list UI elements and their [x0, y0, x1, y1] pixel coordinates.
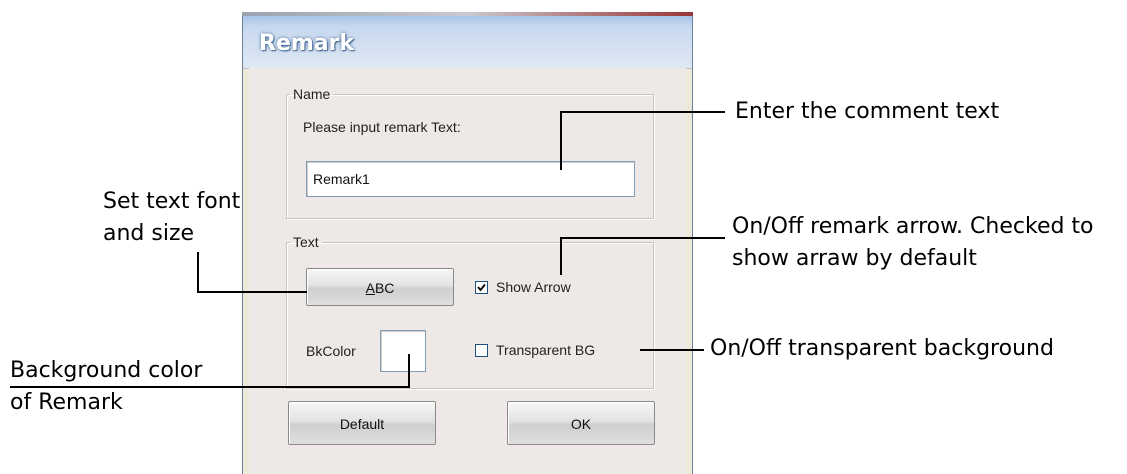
callout-line-bkcolor-h: [10, 386, 410, 388]
callout-line-font-h: [197, 291, 307, 293]
callout-line-bkcolor-v: [408, 354, 410, 388]
transparent-bg-label[interactable]: Transparent BG: [496, 342, 595, 358]
remark-text-prompt: Please input remark Text:: [303, 119, 461, 135]
default-button[interactable]: Default: [288, 401, 436, 445]
check-mark-icon: [477, 283, 486, 292]
remark-dialog: Remark Name Please input remark Text: Re…: [242, 12, 693, 474]
dialog-title: Remark: [259, 31, 355, 56]
callout-line-font-v: [197, 252, 199, 293]
text-group: Text: [286, 234, 654, 389]
callout-line-transparent-h: [640, 349, 704, 351]
ok-button-label: OK: [570, 416, 592, 432]
name-group-legend: Name: [293, 86, 331, 102]
annotation-arrow-line1: On/Off remark arrow. Checked to: [732, 214, 1094, 239]
text-group-legend: Text: [293, 234, 319, 250]
default-button-label: Default: [339, 416, 385, 432]
annotation-enter-text: Enter the comment text: [735, 99, 1000, 124]
title-bar[interactable]: Remark: [243, 16, 692, 69]
show-arrow-checkbox[interactable]: [475, 281, 488, 294]
annotation-bkcolor-line1: Background color: [10, 358, 203, 383]
bkcolor-swatch[interactable]: [380, 330, 426, 372]
font-button-label: ABC: [307, 280, 453, 296]
annotation-font-line2: and size: [103, 221, 195, 246]
font-button-rest: BC: [374, 280, 395, 296]
show-arrow-label[interactable]: Show Arrow: [496, 279, 571, 295]
annotation-arrow-line2: show arraw by default: [732, 246, 977, 271]
font-button-mnemonic: A: [365, 280, 375, 296]
annotation-transparent: On/Off transparent background: [710, 336, 1054, 361]
callout-line-enter-text-h: [560, 111, 725, 113]
remark-text-value: Remark1: [313, 171, 370, 187]
transparent-bg-checkbox[interactable]: [475, 344, 488, 357]
ok-button[interactable]: OK: [507, 401, 655, 445]
font-button[interactable]: ABC: [306, 268, 454, 306]
callout-line-arrow-v: [560, 238, 562, 275]
remark-text-input[interactable]: Remark1: [306, 161, 635, 197]
annotation-bkcolor-line2: of Remark: [10, 390, 123, 415]
callout-line-arrow-h: [560, 237, 725, 239]
annotation-font-line1: Set text font: [103, 189, 241, 214]
name-group: Name: [286, 86, 654, 219]
callout-line-enter-text-v: [560, 112, 562, 170]
dialog-client-area: Name Please input remark Text: Remark1 T…: [249, 68, 686, 474]
bkcolor-label: BkColor: [306, 343, 356, 359]
